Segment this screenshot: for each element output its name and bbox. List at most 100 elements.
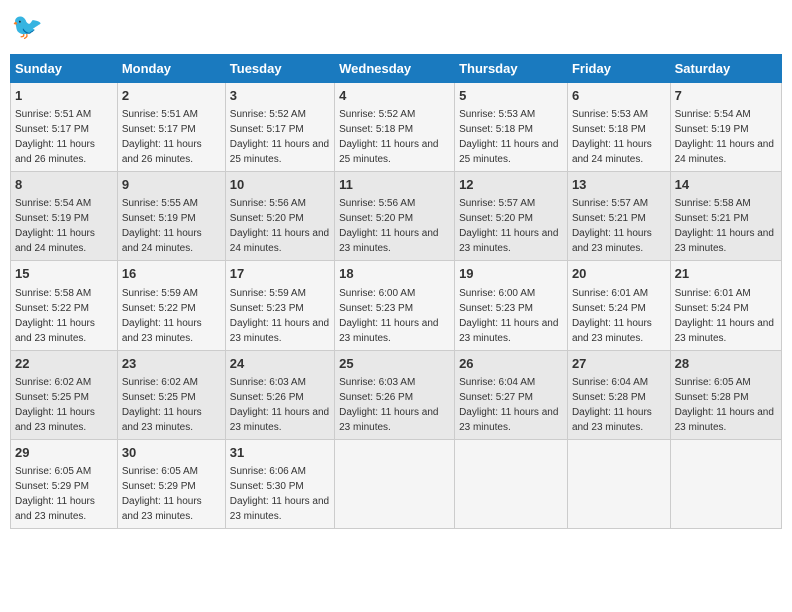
day-number: 30	[122, 444, 221, 462]
sunrise-info: Sunrise: 5:51 AMSunset: 5:17 PMDaylight:…	[15, 109, 95, 165]
day-number: 1	[15, 87, 113, 105]
calendar-cell: 25 Sunrise: 6:03 AMSunset: 5:26 PMDaylig…	[335, 350, 455, 439]
day-number: 18	[339, 265, 450, 283]
sunrise-info: Sunrise: 6:06 AMSunset: 5:30 PMDaylight:…	[230, 466, 329, 522]
header-wednesday: Wednesday	[335, 55, 455, 83]
logo: 🐦	[10, 10, 50, 46]
sunrise-info: Sunrise: 6:05 AMSunset: 5:29 PMDaylight:…	[122, 466, 202, 522]
sunrise-info: Sunrise: 5:57 AMSunset: 5:20 PMDaylight:…	[459, 198, 558, 254]
sunrise-info: Sunrise: 5:58 AMSunset: 5:21 PMDaylight:…	[675, 198, 774, 254]
calendar-week-row: 8 Sunrise: 5:54 AMSunset: 5:19 PMDayligh…	[11, 172, 782, 261]
calendar-cell: 26 Sunrise: 6:04 AMSunset: 5:27 PMDaylig…	[455, 350, 568, 439]
sunrise-info: Sunrise: 6:03 AMSunset: 5:26 PMDaylight:…	[230, 377, 329, 433]
calendar-cell: 6 Sunrise: 5:53 AMSunset: 5:18 PMDayligh…	[567, 83, 670, 172]
day-number: 28	[675, 355, 777, 373]
day-number: 22	[15, 355, 113, 373]
day-number: 4	[339, 87, 450, 105]
calendar-cell: 13 Sunrise: 5:57 AMSunset: 5:21 PMDaylig…	[567, 172, 670, 261]
calendar-cell: 8 Sunrise: 5:54 AMSunset: 5:19 PMDayligh…	[11, 172, 118, 261]
calendar-cell: 19 Sunrise: 6:00 AMSunset: 5:23 PMDaylig…	[455, 261, 568, 350]
calendar-cell: 4 Sunrise: 5:52 AMSunset: 5:18 PMDayligh…	[335, 83, 455, 172]
calendar-cell: 11 Sunrise: 5:56 AMSunset: 5:20 PMDaylig…	[335, 172, 455, 261]
sunrise-info: Sunrise: 6:00 AMSunset: 5:23 PMDaylight:…	[339, 288, 438, 344]
calendar-week-row: 29 Sunrise: 6:05 AMSunset: 5:29 PMDaylig…	[11, 439, 782, 528]
day-number: 10	[230, 176, 330, 194]
sunrise-info: Sunrise: 6:05 AMSunset: 5:28 PMDaylight:…	[675, 377, 774, 433]
calendar-cell: 15 Sunrise: 5:58 AMSunset: 5:22 PMDaylig…	[11, 261, 118, 350]
day-number: 14	[675, 176, 777, 194]
day-number: 12	[459, 176, 563, 194]
sunrise-info: Sunrise: 5:55 AMSunset: 5:19 PMDaylight:…	[122, 198, 202, 254]
calendar-cell: 28 Sunrise: 6:05 AMSunset: 5:28 PMDaylig…	[670, 350, 781, 439]
sunrise-info: Sunrise: 6:01 AMSunset: 5:24 PMDaylight:…	[675, 288, 774, 344]
sunrise-info: Sunrise: 5:57 AMSunset: 5:21 PMDaylight:…	[572, 198, 652, 254]
sunrise-info: Sunrise: 6:04 AMSunset: 5:27 PMDaylight:…	[459, 377, 558, 433]
sunrise-info: Sunrise: 5:52 AMSunset: 5:17 PMDaylight:…	[230, 109, 329, 165]
sunrise-info: Sunrise: 5:58 AMSunset: 5:22 PMDaylight:…	[15, 288, 95, 344]
day-number: 5	[459, 87, 563, 105]
calendar-table: SundayMondayTuesdayWednesdayThursdayFrid…	[10, 54, 782, 529]
day-number: 6	[572, 87, 666, 105]
svg-text:🐦: 🐦	[12, 13, 43, 41]
calendar-week-row: 15 Sunrise: 5:58 AMSunset: 5:22 PMDaylig…	[11, 261, 782, 350]
calendar-cell: 20 Sunrise: 6:01 AMSunset: 5:24 PMDaylig…	[567, 261, 670, 350]
day-number: 29	[15, 444, 113, 462]
sunrise-info: Sunrise: 5:53 AMSunset: 5:18 PMDaylight:…	[459, 109, 558, 165]
calendar-cell: 12 Sunrise: 5:57 AMSunset: 5:20 PMDaylig…	[455, 172, 568, 261]
calendar-cell: 24 Sunrise: 6:03 AMSunset: 5:26 PMDaylig…	[225, 350, 334, 439]
calendar-cell: 17 Sunrise: 5:59 AMSunset: 5:23 PMDaylig…	[225, 261, 334, 350]
sunrise-info: Sunrise: 5:54 AMSunset: 5:19 PMDaylight:…	[675, 109, 774, 165]
calendar-cell: 21 Sunrise: 6:01 AMSunset: 5:24 PMDaylig…	[670, 261, 781, 350]
sunrise-info: Sunrise: 6:03 AMSunset: 5:26 PMDaylight:…	[339, 377, 438, 433]
day-number: 23	[122, 355, 221, 373]
sunrise-info: Sunrise: 5:59 AMSunset: 5:23 PMDaylight:…	[230, 288, 329, 344]
sunrise-info: Sunrise: 6:00 AMSunset: 5:23 PMDaylight:…	[459, 288, 558, 344]
day-number: 8	[15, 176, 113, 194]
calendar-cell: 10 Sunrise: 5:56 AMSunset: 5:20 PMDaylig…	[225, 172, 334, 261]
calendar-cell: 31 Sunrise: 6:06 AMSunset: 5:30 PMDaylig…	[225, 439, 334, 528]
calendar-cell	[455, 439, 568, 528]
calendar-cell: 18 Sunrise: 6:00 AMSunset: 5:23 PMDaylig…	[335, 261, 455, 350]
day-number: 19	[459, 265, 563, 283]
day-number: 26	[459, 355, 563, 373]
calendar-cell: 29 Sunrise: 6:05 AMSunset: 5:29 PMDaylig…	[11, 439, 118, 528]
calendar-cell: 22 Sunrise: 6:02 AMSunset: 5:25 PMDaylig…	[11, 350, 118, 439]
sunrise-info: Sunrise: 5:52 AMSunset: 5:18 PMDaylight:…	[339, 109, 438, 165]
calendar-cell: 16 Sunrise: 5:59 AMSunset: 5:22 PMDaylig…	[117, 261, 225, 350]
day-number: 24	[230, 355, 330, 373]
day-number: 25	[339, 355, 450, 373]
day-number: 21	[675, 265, 777, 283]
day-number: 2	[122, 87, 221, 105]
calendar-cell: 1 Sunrise: 5:51 AMSunset: 5:17 PMDayligh…	[11, 83, 118, 172]
calendar-cell	[670, 439, 781, 528]
calendar-cell	[335, 439, 455, 528]
calendar-cell: 9 Sunrise: 5:55 AMSunset: 5:19 PMDayligh…	[117, 172, 225, 261]
header-saturday: Saturday	[670, 55, 781, 83]
calendar-cell: 7 Sunrise: 5:54 AMSunset: 5:19 PMDayligh…	[670, 83, 781, 172]
calendar-cell: 14 Sunrise: 5:58 AMSunset: 5:21 PMDaylig…	[670, 172, 781, 261]
day-number: 17	[230, 265, 330, 283]
calendar-week-row: 22 Sunrise: 6:02 AMSunset: 5:25 PMDaylig…	[11, 350, 782, 439]
logo-bird-icon: 🐦	[10, 10, 46, 46]
sunrise-info: Sunrise: 5:56 AMSunset: 5:20 PMDaylight:…	[339, 198, 438, 254]
sunrise-info: Sunrise: 6:02 AMSunset: 5:25 PMDaylight:…	[122, 377, 202, 433]
calendar-cell: 30 Sunrise: 6:05 AMSunset: 5:29 PMDaylig…	[117, 439, 225, 528]
header-monday: Monday	[117, 55, 225, 83]
header-sunday: Sunday	[11, 55, 118, 83]
header-tuesday: Tuesday	[225, 55, 334, 83]
sunrise-info: Sunrise: 6:05 AMSunset: 5:29 PMDaylight:…	[15, 466, 95, 522]
day-number: 9	[122, 176, 221, 194]
sunrise-info: Sunrise: 6:01 AMSunset: 5:24 PMDaylight:…	[572, 288, 652, 344]
sunrise-info: Sunrise: 5:53 AMSunset: 5:18 PMDaylight:…	[572, 109, 652, 165]
calendar-cell: 5 Sunrise: 5:53 AMSunset: 5:18 PMDayligh…	[455, 83, 568, 172]
day-number: 7	[675, 87, 777, 105]
day-number: 16	[122, 265, 221, 283]
day-number: 27	[572, 355, 666, 373]
sunrise-info: Sunrise: 5:59 AMSunset: 5:22 PMDaylight:…	[122, 288, 202, 344]
calendar-header-row: SundayMondayTuesdayWednesdayThursdayFrid…	[11, 55, 782, 83]
calendar-cell: 27 Sunrise: 6:04 AMSunset: 5:28 PMDaylig…	[567, 350, 670, 439]
day-number: 11	[339, 176, 450, 194]
calendar-cell: 3 Sunrise: 5:52 AMSunset: 5:17 PMDayligh…	[225, 83, 334, 172]
header: 🐦	[10, 10, 782, 46]
sunrise-info: Sunrise: 6:04 AMSunset: 5:28 PMDaylight:…	[572, 377, 652, 433]
